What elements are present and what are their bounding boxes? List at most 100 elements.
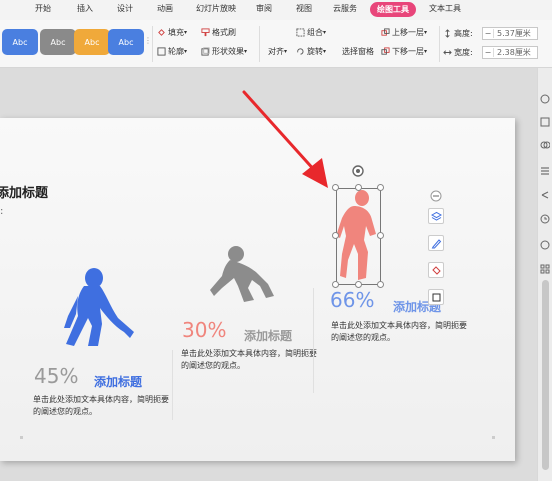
tab-drawing-tools[interactable]: 绘图工具	[370, 2, 416, 17]
red-arrow-annotation	[242, 90, 328, 188]
styles-more-icon[interactable]: ⋮	[144, 36, 152, 45]
shape-effect-icon	[201, 47, 210, 56]
vertical-scrollbar[interactable]	[537, 68, 552, 481]
collapse-toolbar-icon[interactable]	[430, 190, 442, 202]
layers-icon	[430, 211, 442, 221]
outline-icon	[157, 47, 166, 56]
side-link-icon[interactable]	[540, 140, 550, 150]
height-decrement[interactable]: −	[483, 29, 494, 38]
shape-effect-button[interactable]: 形状效果 ▾	[201, 46, 247, 57]
shape-style-4[interactable]: Abc	[108, 29, 144, 55]
bring-forward-button[interactable]: 上移一层 ▾	[381, 27, 427, 38]
resize-handle-s[interactable]	[355, 281, 362, 288]
group-icon	[296, 28, 305, 37]
selection-pane-label: 选择窗格	[342, 47, 374, 56]
percent-1[interactable]: 45%	[34, 364, 78, 388]
selection-box	[336, 188, 381, 285]
slide-canvas: 添加标题 : 45% 添加标题 单击此处添加文本具体内容，简明扼要的阐述您的观点…	[0, 68, 537, 481]
format-brush-button[interactable]: 格式刷	[201, 27, 236, 38]
ribbon-tabs: 开始 插入 设计 动画 幻灯片放映 审阅 视图 云服务 绘图工具 文本工具	[0, 0, 552, 20]
send-backward-label: 下移一层	[392, 47, 424, 56]
height-label: 高度:	[443, 28, 473, 39]
tab-view[interactable]: 视图	[296, 3, 312, 14]
group-button[interactable]: 组合 ▾	[296, 27, 326, 38]
scrollbar-thumb[interactable]	[542, 280, 549, 470]
fill-shape-button[interactable]	[428, 262, 444, 278]
outline-label: 轮廓	[168, 47, 184, 56]
bring-forward-label: 上移一层	[392, 28, 424, 37]
gray-runner-figure	[210, 246, 274, 302]
app-window: 开始 插入 设计 动画 幻灯片放映 审阅 视图 云服务 绘图工具 文本工具 Ab…	[0, 0, 552, 481]
resize-handle-se[interactable]	[377, 281, 384, 288]
body-text-1[interactable]: 单击此处添加文本具体内容，简明扼要的阐述您的观点。	[33, 394, 173, 418]
tab-design[interactable]: 设计	[117, 3, 133, 14]
percent-2[interactable]: 30%	[182, 318, 226, 342]
layers-button[interactable]	[428, 208, 444, 224]
title-fragment: :	[0, 206, 4, 217]
tab-cloud[interactable]: 云服务	[333, 3, 357, 14]
resize-handle-ne[interactable]	[377, 184, 384, 191]
selection-pane-button[interactable]: 选择窗格	[342, 46, 374, 57]
align-button[interactable]: 对齐 ▾	[268, 46, 287, 57]
slide-title[interactable]: 添加标题	[0, 182, 48, 201]
align-label: 对齐	[268, 47, 284, 56]
percent-3[interactable]: 66%	[330, 288, 374, 312]
side-share-icon[interactable]	[540, 190, 550, 200]
height-input[interactable]: − 5.37厘米	[482, 27, 538, 40]
height-value: 5.37厘米	[497, 29, 531, 38]
format-brush-icon	[201, 28, 210, 37]
rotate-label: 旋转	[307, 47, 323, 56]
side-history-icon[interactable]	[540, 214, 550, 224]
tab-text-tools[interactable]: 文本工具	[429, 3, 461, 14]
body-text-3[interactable]: 单击此处添加文本具体内容，简明扼要的阐述您的观点。	[331, 320, 471, 344]
subtitle-2[interactable]: 添加标题	[244, 327, 292, 344]
pen-button[interactable]	[428, 235, 444, 251]
resize-handle-e[interactable]	[377, 232, 384, 239]
tab-home[interactable]: 开始	[35, 3, 51, 14]
divider	[172, 350, 173, 420]
fill-button[interactable]: 填充 ▾	[157, 27, 187, 38]
width-icon	[443, 50, 452, 55]
fill-label: 填充	[168, 28, 184, 37]
format-brush-label: 格式刷	[212, 28, 236, 37]
side-shape-icon[interactable]	[540, 117, 550, 127]
bring-forward-icon	[381, 28, 390, 36]
ribbon-toolbar: Abc Abc Abc Abc ⋮ 填充 ▾ 格式刷 轮廓 ▾ 形状效果 ▾ 组合 ▾ …	[0, 20, 552, 68]
send-backward-button[interactable]: 下移一层 ▾	[381, 46, 427, 57]
resize-handle-w[interactable]	[332, 232, 339, 239]
blue-runner-figure	[64, 268, 134, 346]
side-tool-icon[interactable]	[540, 94, 550, 104]
height-icon	[445, 29, 450, 38]
resize-handle-sw[interactable]	[332, 281, 339, 288]
width-input[interactable]: − 2.38厘米	[482, 46, 538, 59]
side-grid-icon[interactable]	[540, 264, 550, 274]
tab-review[interactable]: 审阅	[256, 3, 272, 14]
resize-handle-n[interactable]	[355, 184, 362, 191]
separator	[152, 26, 153, 62]
outline-button[interactable]: 轮廓 ▾	[157, 46, 187, 57]
crop-button[interactable]	[428, 289, 444, 305]
crop-icon	[432, 293, 440, 301]
tab-slideshow[interactable]: 幻灯片放映	[196, 3, 236, 14]
separator	[259, 26, 260, 62]
fill-icon	[158, 29, 165, 36]
pen-icon	[431, 238, 441, 248]
side-property-icon[interactable]	[540, 166, 550, 176]
width-label: 宽度:	[443, 47, 473, 58]
side-help-icon[interactable]	[540, 240, 550, 250]
shape-style-3[interactable]: Abc	[74, 29, 110, 55]
tab-animation[interactable]: 动画	[157, 3, 173, 14]
width-decrement[interactable]: −	[483, 48, 494, 57]
shape-style-1[interactable]: Abc	[2, 29, 38, 55]
subtitle-1[interactable]: 添加标题	[94, 373, 142, 390]
body-text-2[interactable]: 单击此处添加文本具体内容，简明扼要的阐述您的观点。	[181, 348, 321, 372]
rotate-handle-icon[interactable]	[352, 165, 364, 177]
group-label: 组合	[307, 28, 323, 37]
tab-insert[interactable]: 插入	[77, 3, 93, 14]
shape-style-2[interactable]: Abc	[40, 29, 76, 55]
rotate-button[interactable]: 旋转 ▾	[296, 46, 326, 57]
shape-effect-label: 形状效果	[212, 47, 244, 56]
send-backward-icon	[381, 47, 390, 55]
separator	[439, 26, 440, 62]
divider	[313, 288, 314, 393]
